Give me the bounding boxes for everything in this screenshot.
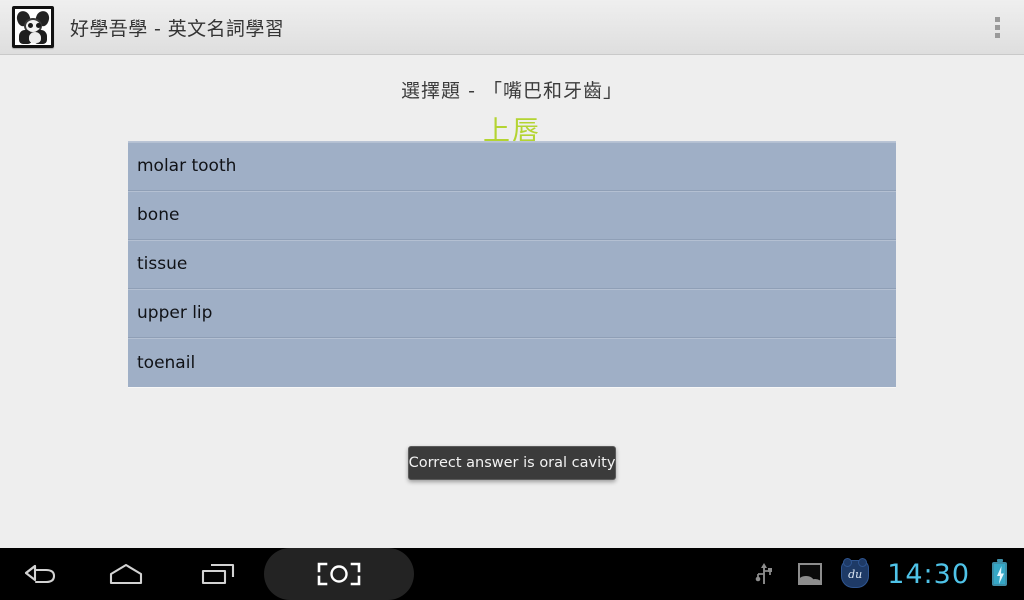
answer-option-row[interactable]: tissue xyxy=(128,240,896,289)
du-badge-icon: du xyxy=(841,558,870,588)
app-title: 好學吾學 - 英文名詞學習 xyxy=(70,17,285,40)
answer-option-label: toenail xyxy=(137,352,196,373)
answer-option-label: upper lip xyxy=(137,303,213,323)
panda-app-icon xyxy=(12,6,54,48)
charging-bolt-icon xyxy=(996,566,1004,584)
answer-option-label: molar tooth xyxy=(137,156,237,176)
action-bar: 好學吾學 - 英文名詞學習 xyxy=(0,0,1024,55)
du-app-status: du xyxy=(833,548,877,600)
usb-status xyxy=(741,548,787,600)
gallery-status xyxy=(787,548,833,600)
gallery-hill-right xyxy=(808,579,821,583)
overflow-dot-2 xyxy=(994,24,1000,30)
screenshot-icon xyxy=(317,562,361,586)
du-ear-right xyxy=(858,558,868,567)
nav-buttons-group xyxy=(0,548,414,600)
usb-icon xyxy=(755,563,773,584)
quiz-heading: 選擇題 - 「嘴巴和牙齒」 xyxy=(401,80,623,102)
back-icon xyxy=(24,564,56,584)
panda-eye-left xyxy=(28,23,33,28)
back-button[interactable] xyxy=(0,548,80,600)
gallery-icon xyxy=(798,563,823,585)
du-ear-left xyxy=(843,558,853,567)
recents-button[interactable] xyxy=(172,548,264,600)
answer-option-row[interactable]: upper lip xyxy=(128,289,896,338)
recents-icon xyxy=(201,563,235,585)
panda-eye-right xyxy=(36,23,41,28)
answer-options-list: molar tooth bone tissue upper lip toenai… xyxy=(128,141,896,387)
toast-notification: Correct answer is oral cavity xyxy=(408,446,616,480)
overflow-menu-button[interactable] xyxy=(980,5,1014,49)
panda-belly xyxy=(29,32,41,43)
overflow-dot-3 xyxy=(994,32,1000,38)
system-navigation-bar: du 14:30 xyxy=(0,548,1024,600)
battery-charging-icon xyxy=(991,559,1007,586)
screenshot-button[interactable] xyxy=(264,548,414,600)
answer-option-row[interactable]: bone xyxy=(128,191,896,240)
overflow-dot-1 xyxy=(994,16,1000,22)
answer-option-row[interactable]: toenail xyxy=(128,338,896,387)
battery-status xyxy=(982,548,1016,600)
status-icons-group: du 14:30 xyxy=(741,548,1024,600)
home-button[interactable] xyxy=(80,548,172,600)
home-icon xyxy=(109,563,143,585)
du-badge-label: du xyxy=(848,567,863,581)
toast-message: Correct answer is oral cavity xyxy=(408,455,616,471)
answer-option-label: tissue xyxy=(137,254,188,274)
answer-option-label: bone xyxy=(137,205,180,225)
status-clock: 14:30 xyxy=(887,558,970,590)
answer-option-row[interactable]: molar tooth xyxy=(128,142,896,191)
